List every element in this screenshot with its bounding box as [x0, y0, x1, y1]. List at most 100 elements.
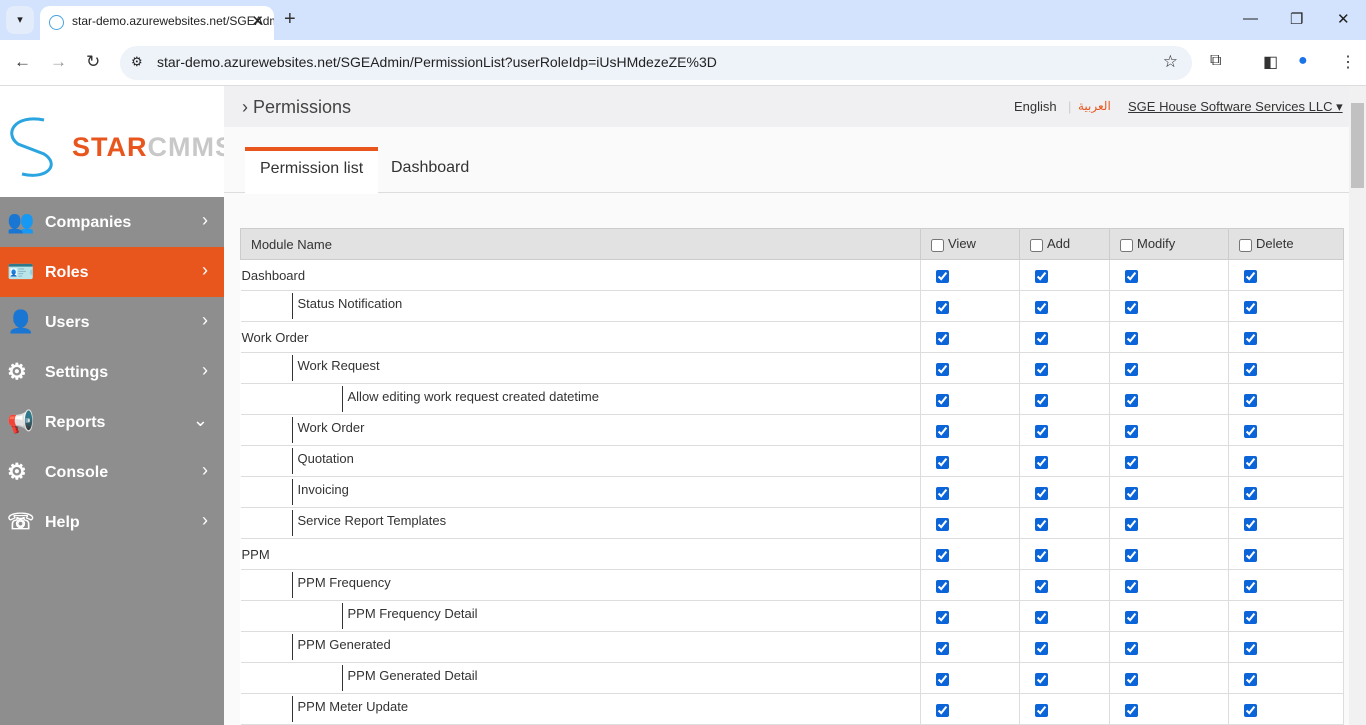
new-tab-button[interactable]: +: [284, 8, 296, 31]
sidebar-item-companies[interactable]: 👥 Companies ›: [0, 197, 224, 247]
select-all-modify-checkbox[interactable]: [1120, 238, 1133, 252]
lang-english-link[interactable]: English: [1014, 99, 1057, 114]
delete-checkbox[interactable]: [1244, 579, 1257, 593]
add-checkbox[interactable]: [1035, 703, 1048, 717]
delete-checkbox[interactable]: [1244, 672, 1257, 686]
select-all-delete-checkbox[interactable]: [1239, 238, 1252, 252]
extensions-icon[interactable]: ⧉: [1210, 52, 1221, 70]
browser-tab[interactable]: star-demo.azurewebsites.net/SGEAdmin ✕: [40, 6, 274, 40]
add-checkbox[interactable]: [1035, 610, 1048, 624]
add-checkbox[interactable]: [1035, 486, 1048, 500]
sidebar-item-roles[interactable]: 🪪 Roles ›: [0, 247, 224, 297]
delete-checkbox[interactable]: [1244, 610, 1257, 624]
back-button[interactable]: ←: [14, 52, 31, 72]
logo[interactable]: STARCMMS: [0, 86, 233, 197]
delete-checkbox[interactable]: [1244, 331, 1257, 345]
tab-search-button[interactable]: ▾: [6, 6, 34, 34]
delete-checkbox[interactable]: [1244, 362, 1257, 376]
view-checkbox[interactable]: [936, 393, 949, 407]
delete-checkbox[interactable]: [1244, 486, 1257, 500]
forward-button[interactable]: →: [50, 52, 67, 72]
lang-arabic-link[interactable]: العربية: [1078, 99, 1111, 113]
modify-checkbox[interactable]: [1125, 641, 1138, 655]
add-checkbox[interactable]: [1035, 300, 1048, 314]
delete-checkbox[interactable]: [1244, 641, 1257, 655]
add-checkbox[interactable]: [1035, 269, 1048, 283]
scrollbar-thumb[interactable]: [1351, 103, 1364, 188]
modify-checkbox[interactable]: [1125, 517, 1138, 531]
modify-checkbox[interactable]: [1125, 672, 1138, 686]
delete-checkbox[interactable]: [1244, 703, 1257, 717]
modify-checkbox[interactable]: [1125, 300, 1138, 314]
add-checkbox[interactable]: [1035, 548, 1048, 562]
view-checkbox[interactable]: [936, 455, 949, 469]
restore-button[interactable]: ❐: [1290, 10, 1303, 28]
sidebar-item-help[interactable]: ☏ Help ›: [0, 497, 224, 547]
add-checkbox[interactable]: [1035, 362, 1048, 376]
view-checkbox[interactable]: [936, 517, 949, 531]
scrollbar[interactable]: [1349, 86, 1366, 725]
close-window-button[interactable]: ✕: [1337, 10, 1350, 28]
add-checkbox[interactable]: [1035, 517, 1048, 531]
view-checkbox[interactable]: [936, 548, 949, 562]
delete-checkbox[interactable]: [1244, 269, 1257, 283]
delete-checkbox[interactable]: [1244, 393, 1257, 407]
url-input[interactable]: ⚙ star-demo.azurewebsites.net/SGEAdmin/Pe…: [120, 46, 1192, 80]
add-checkbox[interactable]: [1035, 455, 1048, 469]
divider: |: [1068, 99, 1072, 114]
view-checkbox[interactable]: [936, 331, 949, 345]
view-checkbox[interactable]: [936, 641, 949, 655]
close-tab-icon[interactable]: ✕: [251, 12, 264, 30]
modify-checkbox[interactable]: [1125, 579, 1138, 593]
view-checkbox[interactable]: [936, 703, 949, 717]
sidebar-item-settings[interactable]: ⚙ Settings ›: [0, 347, 224, 397]
delete-checkbox[interactable]: [1244, 424, 1257, 438]
company-dropdown[interactable]: SGE House Software Services LLC ▾: [1128, 99, 1343, 115]
modify-checkbox[interactable]: [1125, 610, 1138, 624]
add-checkbox[interactable]: [1035, 641, 1048, 655]
add-checkbox[interactable]: [1035, 331, 1048, 345]
modify-checkbox[interactable]: [1125, 455, 1138, 469]
sidebar-item-users[interactable]: 👤 Users ›: [0, 297, 224, 347]
modify-checkbox[interactable]: [1125, 486, 1138, 500]
delete-checkbox[interactable]: [1244, 548, 1257, 562]
view-checkbox[interactable]: [936, 269, 949, 283]
bookmark-star-icon[interactable]: ☆: [1163, 52, 1178, 72]
modify-checkbox[interactable]: [1125, 269, 1138, 283]
minimize-button[interactable]: —: [1243, 10, 1258, 27]
delete-checkbox[interactable]: [1244, 300, 1257, 314]
view-checkbox[interactable]: [936, 672, 949, 686]
site-settings-icon[interactable]: ⚙: [131, 54, 143, 70]
tab-permission-list[interactable]: Permission list: [245, 147, 379, 194]
delete-checkbox[interactable]: [1244, 455, 1257, 469]
modify-checkbox[interactable]: [1125, 548, 1138, 562]
table-row: Invoicing: [240, 476, 1344, 508]
modify-checkbox[interactable]: [1125, 703, 1138, 717]
profile-icon[interactable]: ●: [1298, 52, 1308, 70]
view-checkbox[interactable]: [936, 486, 949, 500]
add-checkbox[interactable]: [1035, 393, 1048, 407]
tab-dashboard[interactable]: Dashboard: [376, 147, 484, 193]
sidebar-item-reports[interactable]: 📢 Reports ⌄: [0, 397, 224, 447]
side-panel-icon[interactable]: ◧: [1263, 52, 1278, 72]
modify-checkbox[interactable]: [1125, 393, 1138, 407]
modify-checkbox[interactable]: [1125, 424, 1138, 438]
table-row: Work Request: [240, 352, 1344, 384]
view-checkbox[interactable]: [936, 579, 949, 593]
menu-icon[interactable]: ⋮: [1340, 52, 1356, 72]
view-checkbox[interactable]: [936, 362, 949, 376]
modify-checkbox[interactable]: [1125, 362, 1138, 376]
reload-button[interactable]: ↻: [86, 52, 100, 72]
add-checkbox[interactable]: [1035, 672, 1048, 686]
view-checkbox[interactable]: [936, 424, 949, 438]
view-checkbox[interactable]: [936, 610, 949, 624]
modify-checkbox[interactable]: [1125, 331, 1138, 345]
select-all-add-checkbox[interactable]: [1030, 238, 1043, 252]
select-all-view-checkbox[interactable]: [931, 238, 944, 252]
view-checkbox[interactable]: [936, 300, 949, 314]
sidebar-item-console[interactable]: ⚙ Console ›: [0, 447, 224, 497]
add-checkbox[interactable]: [1035, 579, 1048, 593]
delete-checkbox[interactable]: [1244, 517, 1257, 531]
add-checkbox[interactable]: [1035, 424, 1048, 438]
table-row: PPM Frequency: [240, 569, 1344, 601]
